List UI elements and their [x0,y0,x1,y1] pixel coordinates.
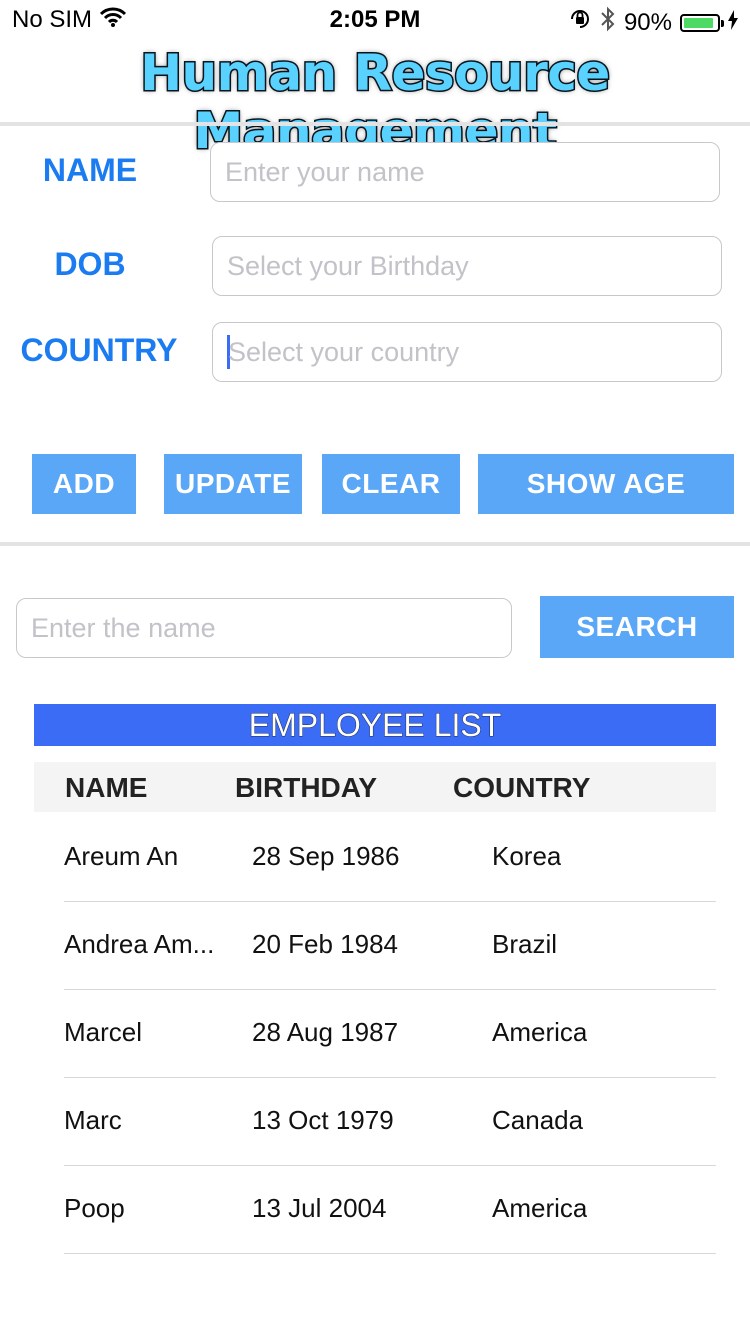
add-button[interactable]: ADD [32,454,136,514]
battery-nub [721,19,724,27]
column-header-birthday: BIRTHDAY [235,772,378,803]
table-row[interactable]: Marcel 28 Aug 1987 America [64,989,716,1078]
row-country: Brazil [492,929,558,959]
name-input[interactable]: Enter your name [210,142,720,202]
status-bar: No SIM 2:05 PM 90% [0,0,750,40]
table-row[interactable]: Andrea Am... 20 Feb 1984 Brazil [64,901,716,990]
row-name: Marcel [64,1017,143,1047]
country-input[interactable]: Select your country [212,322,722,382]
column-header-country: COUNTRY [453,772,591,803]
row-birthday: 20 Feb 1984 [252,929,399,959]
row-name: Poop [64,1193,125,1223]
top-divider [0,122,750,126]
row-birthday: 13 Oct 1979 [252,1105,394,1135]
middle-divider [0,542,750,546]
table-row[interactable]: Areum An 28 Sep 1986 Korea [64,813,716,902]
name-input-placeholder: Enter your name [225,156,425,187]
clear-button[interactable]: CLEAR [322,454,460,514]
show-age-button[interactable]: SHOW AGE [478,454,734,514]
bluetooth-icon [600,6,616,39]
row-name: Andrea Am... [64,929,215,959]
row-country: America [492,1193,588,1223]
row-name: Areum An [64,841,179,871]
row-country: Canada [492,1105,584,1135]
dob-input[interactable]: Select your Birthday [212,236,722,296]
country-input-placeholder: Select your country [228,336,460,367]
name-label: NAME [42,152,138,188]
row-name: Marc [64,1105,122,1135]
table-row[interactable]: Poop 13 Jul 2004 America [64,1165,716,1254]
battery-fill [684,17,713,28]
row-country: Korea [492,841,562,871]
battery-icon [680,13,724,32]
search-input-placeholder: Enter the name [31,612,216,643]
charging-bolt-icon [728,9,738,37]
column-header-name: NAME [65,772,148,803]
row-birthday: 13 Jul 2004 [252,1193,387,1223]
search-button[interactable]: SEARCH [540,596,734,658]
dob-label: DOB [54,246,126,282]
table-row[interactable]: Marc 13 Oct 1979 Canada [64,1077,716,1166]
row-birthday: 28 Aug 1987 [252,1017,399,1047]
country-label: COUNTRY [20,332,178,368]
dob-input-placeholder: Select your Birthday [227,250,469,281]
update-button[interactable]: UPDATE [164,454,302,514]
employee-list-title: EMPLOYEE LIST [34,704,716,746]
orientation-lock-icon [568,7,592,38]
row-birthday: 28 Sep 1986 [252,841,400,871]
search-input[interactable]: Enter the name [16,598,512,658]
status-right: 90% [568,6,738,39]
row-country: America [492,1017,588,1047]
battery-percent: 90% [623,8,672,36]
employee-list-header: NAME BIRTHDAY COUNTRY [34,762,716,812]
